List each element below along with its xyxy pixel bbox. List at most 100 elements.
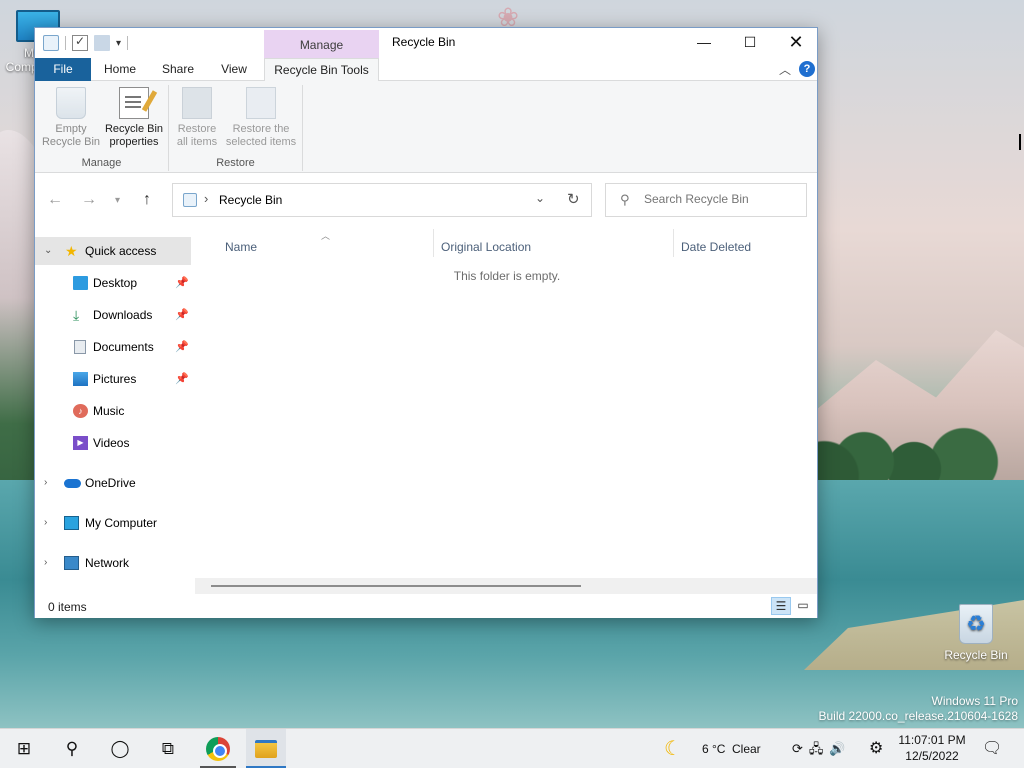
new-folder-icon[interactable] xyxy=(94,35,110,51)
nav-item-quick-access[interactable]: ⌄ ★ Quick access xyxy=(35,237,191,265)
file-explorer-icon xyxy=(255,740,277,758)
windows-watermark: Windows 11 Pro Build 22000.co_release.21… xyxy=(819,694,1019,724)
nav-item-downloads[interactable]: ⤓ Downloads 📌 xyxy=(35,301,191,329)
large-icons-view-icon[interactable]: ▭ xyxy=(793,597,813,615)
nav-item-videos[interactable]: ▶ Videos xyxy=(35,429,191,457)
help-icon[interactable]: ? xyxy=(799,61,815,77)
settings-gear-icon[interactable]: ⚙ xyxy=(869,729,883,768)
clock-time: 11:07:01 PM xyxy=(898,733,966,747)
cloud-icon xyxy=(64,479,81,488)
horizontal-scrollbar[interactable] xyxy=(195,578,817,594)
nav-item-onedrive[interactable]: › OneDrive xyxy=(35,469,191,497)
pin-icon: 📌 xyxy=(175,341,189,353)
weather-condition[interactable]: Clear xyxy=(732,729,761,768)
ribbon-group-restore: Restore all items Restore the selected i… xyxy=(169,85,303,171)
recycle-bin-properties-button[interactable]: Recycle Bin properties xyxy=(101,87,167,149)
weather-temperature[interactable]: 6 °C xyxy=(702,729,725,768)
up-arrow-icon[interactable]: ↑ xyxy=(143,191,151,209)
nav-item-label: Music xyxy=(93,404,125,418)
minimize-button[interactable]: — xyxy=(681,28,727,56)
taskbar: ⊞ ⚲ ◯ ⧉ ☾ 6 °C Clear ⟳🖧🔊 ⚙ 11:07:01 PM 1… xyxy=(0,728,1024,768)
button-label: Restore the xyxy=(232,123,290,135)
scrollbar-thumb[interactable] xyxy=(211,585,581,587)
group-label: Restore xyxy=(216,157,255,169)
button-label: all items xyxy=(176,136,218,148)
refresh-icon[interactable]: ↻ xyxy=(567,190,580,208)
expand-chevron-icon[interactable]: › xyxy=(44,509,47,537)
recycle-bin-small-icon[interactable] xyxy=(43,35,59,51)
clock-date: 12/5/2022 xyxy=(905,749,959,763)
collapse-chevron-icon[interactable]: ⌄ xyxy=(44,237,52,265)
watermark-build: Build 22000.co_release.210604-1628 xyxy=(818,709,1019,723)
customize-toolbar-dropdown-icon[interactable]: ▾ xyxy=(116,38,121,49)
tab-view[interactable]: View xyxy=(211,58,257,81)
taskbar-chrome[interactable] xyxy=(198,729,238,768)
column-divider[interactable] xyxy=(673,229,674,257)
restore-selected-items-button[interactable]: Restore the selected items xyxy=(221,87,301,149)
column-header-name[interactable]: Name xyxy=(225,235,257,259)
title-bar[interactable]: ▾ Manage Recycle Bin — ☐ ✕ xyxy=(35,28,817,58)
address-dropdown-icon[interactable]: ⌄ xyxy=(535,191,545,205)
taskbar-file-explorer[interactable] xyxy=(246,729,286,768)
nav-item-label: OneDrive xyxy=(85,476,136,490)
sort-ascending-icon: ︿ xyxy=(321,231,331,241)
status-bar: 0 items ☰ ▭ xyxy=(35,594,817,618)
tab-recycle-bin-tools[interactable]: Recycle Bin Tools xyxy=(264,58,379,82)
breadcrumb[interactable]: Recycle Bin xyxy=(219,193,282,207)
search-input[interactable] xyxy=(644,192,800,206)
context-tab-manage: Manage xyxy=(264,30,379,58)
pin-icon: 📌 xyxy=(175,373,189,385)
nav-item-desktop[interactable]: Desktop 📌 xyxy=(35,269,191,297)
collapse-ribbon-icon[interactable]: ︿ xyxy=(779,61,791,78)
clock[interactable]: 11:07:01 PM 12/5/2022 xyxy=(895,732,969,764)
forward-arrow-icon[interactable]: → xyxy=(81,191,97,209)
expand-chevron-icon[interactable]: › xyxy=(44,549,47,577)
button-label: properties xyxy=(109,136,159,148)
file-list[interactable]: ︿ Name Original Location Date Deleted Th… xyxy=(195,229,817,594)
maximize-button[interactable]: ☐ xyxy=(727,28,773,56)
nav-item-documents[interactable]: Documents 📌 xyxy=(35,333,191,361)
expand-chevron-icon[interactable]: › xyxy=(44,469,47,497)
restore-all-items-button[interactable]: Restore all items xyxy=(173,87,221,149)
windows-start-icon[interactable]: ⊞ xyxy=(4,729,44,768)
toolbar-divider xyxy=(65,36,66,50)
back-arrow-icon[interactable]: ← xyxy=(47,191,63,209)
button-label: Recycle Bin xyxy=(104,123,164,135)
monitor-icon xyxy=(64,516,79,530)
recycle-bin-icon: ♻ xyxy=(959,604,993,644)
system-tray-icons[interactable]: ⟳🖧🔊 xyxy=(792,729,852,768)
close-button[interactable]: ✕ xyxy=(773,28,819,56)
column-divider[interactable] xyxy=(433,229,434,257)
tab-file[interactable]: File xyxy=(35,58,91,81)
search-icon: ⚲ xyxy=(620,192,630,207)
task-view-icon[interactable]: ⧉ xyxy=(148,729,188,768)
details-view-icon[interactable]: ☰ xyxy=(771,597,791,615)
column-header-date-deleted[interactable]: Date Deleted xyxy=(681,235,751,259)
breadcrumb-chevron-icon[interactable]: › xyxy=(204,191,208,206)
column-header-original-location[interactable]: Original Location xyxy=(441,235,531,259)
button-label: selected items xyxy=(225,136,297,148)
address-bar[interactable]: › Recycle Bin ⌄ ↻ xyxy=(172,183,592,217)
nav-item-my-computer[interactable]: › My Computer xyxy=(35,509,191,537)
nav-item-pictures[interactable]: Pictures 📌 xyxy=(35,365,191,393)
recycle-bin-small-icon xyxy=(183,193,197,207)
nav-item-music[interactable]: ♪ Music xyxy=(35,397,191,425)
item-count: 0 items xyxy=(48,600,87,614)
button-label: Empty xyxy=(55,123,87,135)
notification-center-icon[interactable]: 🗨 xyxy=(982,729,1002,768)
nav-item-label: Documents xyxy=(93,340,154,354)
search-icon[interactable]: ⚲ xyxy=(52,729,92,768)
nav-item-network[interactable]: › Network xyxy=(35,549,191,577)
tab-home[interactable]: Home xyxy=(95,58,145,81)
cortana-circle-icon[interactable]: ◯ xyxy=(100,729,140,768)
recent-locations-chevron-icon[interactable]: ▾ xyxy=(115,195,120,206)
empty-recycle-bin-button[interactable]: Empty Recycle Bin xyxy=(39,87,103,149)
properties-icon[interactable] xyxy=(72,34,88,51)
tab-share[interactable]: Share xyxy=(153,58,203,81)
weather-moon-icon[interactable]: ☾ xyxy=(664,729,682,768)
group-label: Manage xyxy=(81,157,122,169)
properties-sheet-icon xyxy=(119,87,149,119)
desktop-icon-recycle-bin[interactable]: ♻ Recycle Bin xyxy=(940,604,1012,662)
search-box[interactable]: ⚲ xyxy=(605,183,807,217)
nav-item-label: Downloads xyxy=(93,308,153,322)
